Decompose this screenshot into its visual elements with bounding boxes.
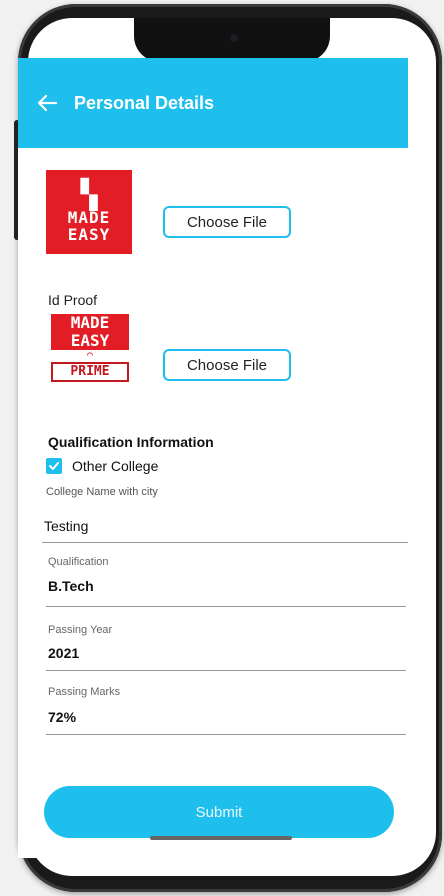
passing-marks-underline <box>46 734 406 735</box>
qualification-heading: Qualification Information <box>48 434 214 450</box>
form-content: ▚ MADE EASY Choose File Id Proof MADE EA… <box>18 148 408 858</box>
other-college-checkbox-row[interactable]: Other College <box>46 458 158 474</box>
college-name-label: College Name with city <box>46 486 158 498</box>
logo-line-1: MADE <box>67 208 111 227</box>
app-bar: Personal Details <box>18 58 408 148</box>
prime-logo-line-2: EASY <box>51 332 129 350</box>
qualification-underline <box>46 606 406 607</box>
prime-logo-line-1: MADE <box>51 314 129 332</box>
qualification-field-value[interactable]: B.Tech <box>48 578 94 594</box>
wifi-icon: ◠ <box>86 350 94 361</box>
other-college-checkbox[interactable] <box>46 458 62 474</box>
arrow-left-icon[interactable] <box>36 92 58 114</box>
notch <box>134 18 330 62</box>
passing-year-value[interactable]: 2021 <box>48 645 79 661</box>
passing-marks-value[interactable]: 72% <box>48 709 76 725</box>
logo-mark: ▚ <box>80 178 98 211</box>
made-easy-prime-logo: MADE EASY ◠ PRIME <box>48 306 132 390</box>
passing-year-underline <box>46 670 406 671</box>
logo-line-2: EASY <box>67 225 111 244</box>
camera-dot <box>230 34 238 42</box>
page-title: Personal Details <box>74 92 215 113</box>
choose-file-button-photo[interactable]: Choose File <box>163 206 291 238</box>
other-college-label: Other College <box>72 458 159 474</box>
prime-logo-line-3: PRIME <box>51 362 129 382</box>
passing-marks-label: Passing Marks <box>48 686 121 698</box>
checkmark-icon <box>49 462 59 470</box>
choose-file-button-id-proof[interactable]: Choose File <box>163 349 291 381</box>
college-name-input[interactable]: Testing <box>44 518 88 534</box>
home-indicator[interactable] <box>150 836 292 840</box>
passing-year-label: Passing Year <box>48 624 113 636</box>
submit-button[interactable]: Submit <box>44 786 394 838</box>
college-name-underline <box>42 542 408 543</box>
qualification-field-label: Qualification <box>48 556 109 568</box>
made-easy-logo: ▚ MADE EASY <box>46 170 132 254</box>
